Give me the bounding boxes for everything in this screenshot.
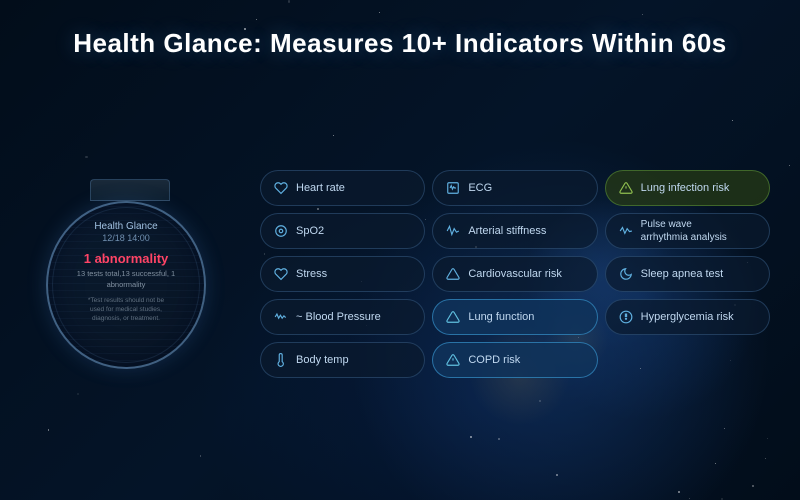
lung-infection-label: Lung infection risk	[641, 182, 730, 194]
pulse-wave-label: Pulse wavearrhythmia analysis	[641, 218, 727, 244]
arterial-label: Arterial stiffness	[468, 225, 546, 237]
body-temp-label: Body temp	[296, 354, 349, 366]
pill-ecg[interactable]: ECG	[432, 170, 597, 206]
spo2-label: SpO2	[296, 225, 324, 237]
pulse-icon	[618, 223, 634, 239]
heart-icon	[273, 180, 289, 196]
pill-heart-rate[interactable]: Heart rate	[260, 170, 425, 206]
copd-label: COPD risk	[468, 354, 520, 366]
sleep-icon	[618, 266, 634, 282]
pill-hyperglycemia[interactable]: Hyperglycemia risk	[605, 299, 770, 335]
indicators-grid: Heart rate ECG Lung in	[250, 170, 770, 388]
arterial-icon	[445, 223, 461, 239]
pill-arterial[interactable]: Arterial stiffness	[432, 213, 597, 249]
body-temp-icon	[273, 352, 289, 368]
pill-stress[interactable]: Stress	[260, 256, 425, 292]
watch-note: *Test results should not beused for medi…	[84, 296, 168, 323]
spo2-icon	[273, 223, 289, 239]
lung-function-label: Lung function	[468, 311, 534, 323]
blood-pressure-icon	[273, 309, 289, 325]
watch-date: 12/18 14:00	[102, 233, 150, 243]
lung-function-icon	[445, 309, 461, 325]
hyperglycemia-label: Hyperglycemia risk	[641, 311, 734, 323]
pill-sleep-apnea[interactable]: Sleep apnea test	[605, 256, 770, 292]
pill-body-temp[interactable]: Body temp	[260, 342, 425, 378]
lung-infection-icon	[618, 180, 634, 196]
pill-cardiovascular[interactable]: Cardiovascular risk	[432, 256, 597, 292]
copd-icon	[445, 352, 461, 368]
watch: Health Glance 12/18 14:00 1 abnormality …	[46, 179, 214, 379]
watch-container: Health Glance 12/18 14:00 1 abnormality …	[30, 179, 230, 379]
pill-copd[interactable]: COPD risk	[432, 342, 597, 378]
main-content: Health Glance: Measures 10+ Indicators W…	[0, 0, 800, 500]
watch-abnormality: 1 abnormality	[84, 251, 169, 266]
ecg-label: ECG	[468, 182, 492, 194]
watch-body: Health Glance 12/18 14:00 1 abnormality …	[46, 201, 206, 369]
cardiovascular-label: Cardiovascular risk	[468, 268, 562, 280]
stress-label: Stress	[296, 268, 327, 280]
pill-lung-function[interactable]: Lung function	[432, 299, 597, 335]
watch-strap-top	[90, 179, 170, 201]
page-title: Health Glance: Measures 10+ Indicators W…	[0, 0, 800, 59]
watch-label: Health Glance	[94, 221, 157, 232]
sleep-apnea-label: Sleep apnea test	[641, 268, 724, 280]
pill-pulse-wave[interactable]: Pulse wavearrhythmia analysis	[605, 213, 770, 249]
blood-pressure-label: ~ Blood Pressure	[296, 311, 381, 323]
pill-blood-pressure[interactable]: ~ Blood Pressure	[260, 299, 425, 335]
ecg-icon	[445, 180, 461, 196]
cardiovascular-icon	[445, 266, 461, 282]
pill-lung-infection[interactable]: Lung infection risk	[605, 170, 770, 206]
stress-icon	[273, 266, 289, 282]
watch-sub: 13 tests total,13 successful, 1abnormali…	[77, 269, 175, 290]
hyperglycemia-icon	[618, 309, 634, 325]
heart-rate-label: Heart rate	[296, 182, 345, 194]
pill-spo2[interactable]: SpO2	[260, 213, 425, 249]
main-area: Health Glance 12/18 14:00 1 abnormality …	[0, 59, 800, 479]
